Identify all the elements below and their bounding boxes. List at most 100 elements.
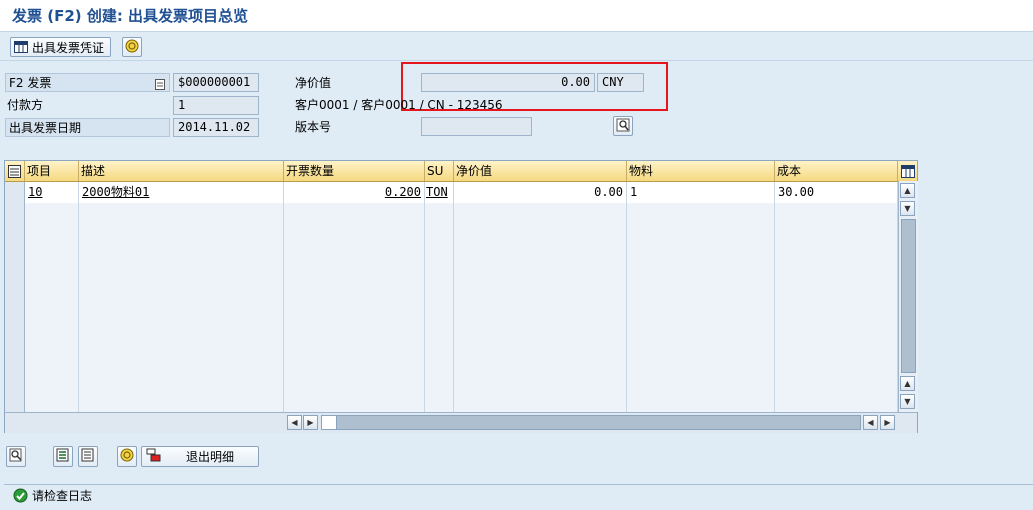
empty-cell[interactable] [775, 329, 898, 350]
detail-view-button[interactable] [6, 446, 26, 467]
scroll-page-up-icon[interactable]: ▲ [900, 376, 915, 391]
row-selector[interactable] [5, 224, 25, 245]
hscroll-thumb[interactable] [322, 416, 337, 429]
empty-cell[interactable] [425, 392, 454, 413]
empty-table-row[interactable] [5, 392, 898, 414]
row-selector[interactable] [5, 245, 25, 266]
horizontal-scrollbar[interactable]: ◀ ▶ ◀ ▶ [5, 412, 917, 433]
empty-cell[interactable] [627, 392, 775, 413]
col-header-item[interactable]: 项目 [25, 161, 79, 181]
empty-cell[interactable] [775, 266, 898, 287]
empty-cell[interactable] [627, 224, 775, 245]
empty-cell[interactable] [79, 308, 284, 329]
row-selector[interactable] [5, 392, 25, 413]
payer-field[interactable]: 1 [173, 96, 259, 115]
empty-table-row[interactable] [5, 329, 898, 351]
scroll-down-icon[interactable]: ▼ [900, 394, 915, 409]
empty-cell[interactable] [425, 371, 454, 392]
scroll-page-down-icon[interactable]: ▼ [900, 201, 915, 216]
empty-cell[interactable] [284, 350, 425, 371]
scroll-right-icon[interactable]: ▶ [880, 415, 895, 430]
empty-cell[interactable] [425, 329, 454, 350]
deselect-all-rows-button[interactable] [78, 446, 98, 467]
empty-cell[interactable] [775, 392, 898, 413]
version-field[interactable] [421, 117, 532, 136]
scroll-left-icon[interactable]: ◀ [863, 415, 878, 430]
empty-cell[interactable] [775, 350, 898, 371]
empty-cell[interactable] [627, 329, 775, 350]
empty-cell[interactable] [79, 266, 284, 287]
cell-su[interactable]: TON [425, 182, 454, 203]
empty-cell[interactable] [284, 287, 425, 308]
empty-cell[interactable] [775, 308, 898, 329]
empty-cell[interactable] [454, 371, 627, 392]
scroll-thumb[interactable] [901, 219, 916, 373]
row-selector[interactable] [5, 287, 25, 308]
log-button[interactable] [117, 446, 137, 467]
issue-invoice-document-button[interactable]: 出具发票凭证 [10, 37, 112, 57]
vertical-scrollbar[interactable]: ▲ ▼ ▲ ▼ [898, 181, 918, 412]
row-selector[interactable] [5, 182, 25, 203]
empty-cell[interactable] [425, 350, 454, 371]
empty-table-row[interactable] [5, 371, 898, 393]
empty-cell[interactable] [454, 350, 627, 371]
currency-field[interactable]: CNY [597, 73, 644, 92]
doc-number-field[interactable]: $000000001 [173, 73, 259, 92]
empty-cell[interactable] [79, 371, 284, 392]
row-selector[interactable] [5, 203, 25, 224]
refresh-button[interactable] [122, 37, 142, 57]
exit-detail-button[interactable]: 退出明细 [141, 446, 259, 467]
empty-cell[interactable] [425, 287, 454, 308]
cell-material[interactable]: 1 [627, 182, 775, 203]
hscroll-track[interactable] [321, 415, 861, 430]
empty-cell[interactable] [79, 329, 284, 350]
empty-table-row[interactable] [5, 203, 898, 225]
empty-table-row[interactable] [5, 245, 898, 267]
cell-item[interactable]: 10 [25, 182, 79, 203]
empty-cell[interactable] [627, 371, 775, 392]
empty-cell[interactable] [25, 224, 79, 245]
empty-table-row[interactable] [5, 287, 898, 309]
empty-cell[interactable] [454, 224, 627, 245]
empty-cell[interactable] [454, 287, 627, 308]
empty-cell[interactable] [454, 308, 627, 329]
empty-cell[interactable] [284, 308, 425, 329]
row-selector[interactable] [5, 371, 25, 392]
empty-cell[interactable] [425, 266, 454, 287]
empty-cell[interactable] [627, 266, 775, 287]
empty-cell[interactable] [627, 350, 775, 371]
empty-cell[interactable] [25, 287, 79, 308]
empty-cell[interactable] [425, 245, 454, 266]
table-row[interactable]: 10 2000物料01 0.200 TON 0.00 1 30.00 [5, 182, 898, 204]
row-selector[interactable] [5, 350, 25, 371]
col-header-su[interactable]: SU [425, 161, 454, 181]
empty-cell[interactable] [25, 203, 79, 224]
scroll-up-icon[interactable]: ▲ [900, 183, 915, 198]
empty-cell[interactable] [454, 392, 627, 413]
empty-cell[interactable] [775, 371, 898, 392]
empty-cell[interactable] [79, 287, 284, 308]
row-selector[interactable] [5, 329, 25, 350]
empty-cell[interactable] [775, 203, 898, 224]
col-header-material[interactable]: 物料 [627, 161, 775, 181]
empty-cell[interactable] [25, 308, 79, 329]
empty-cell[interactable] [79, 245, 284, 266]
select-all-rows-button[interactable] [53, 446, 73, 467]
scroll-right-page-icon[interactable]: ▶ [303, 415, 318, 430]
col-header-net[interactable]: 净价值 [454, 161, 627, 181]
empty-cell[interactable] [775, 287, 898, 308]
col-header-qty[interactable]: 开票数量 [284, 161, 425, 181]
empty-cell[interactable] [627, 287, 775, 308]
empty-cell[interactable] [79, 203, 284, 224]
empty-cell[interactable] [284, 266, 425, 287]
empty-cell[interactable] [25, 266, 79, 287]
empty-table-row[interactable] [5, 308, 898, 330]
empty-cell[interactable] [627, 203, 775, 224]
empty-cell[interactable] [79, 350, 284, 371]
scroll-left-first-icon[interactable]: ◀ [287, 415, 302, 430]
empty-cell[interactable] [775, 245, 898, 266]
version-search-button[interactable] [613, 116, 633, 136]
empty-cell[interactable] [284, 245, 425, 266]
empty-cell[interactable] [454, 266, 627, 287]
empty-cell[interactable] [25, 329, 79, 350]
